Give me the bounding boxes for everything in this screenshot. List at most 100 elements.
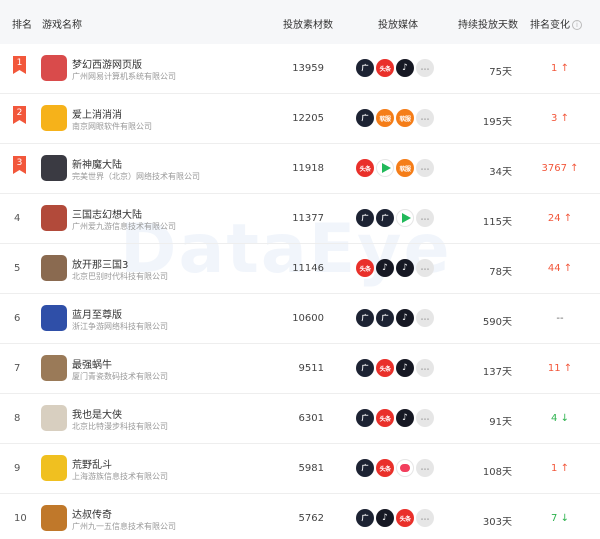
game-icon[interactable] <box>41 205 67 231</box>
media-douyin-icon[interactable]: ♪ <box>376 259 394 277</box>
media-toutiao-icon[interactable]: 头条 <box>376 409 394 427</box>
rank-number: 8 <box>14 413 21 424</box>
material-count: 5981 <box>298 463 324 474</box>
table-row[interactable]: 7 最强蜗牛 厦门青瓷数码技术有限公司 9511 广头条 ♪… 137天 11 ↑ <box>0 344 600 394</box>
media-list: 头条 软服… <box>356 159 434 179</box>
media-guangdiantong-icon[interactable]: 广 <box>376 309 394 327</box>
more-media-icon[interactable]: … <box>416 209 434 227</box>
media-douyin-icon[interactable]: ♪ <box>396 309 414 327</box>
header-media[interactable]: 投放媒体 <box>378 16 418 31</box>
media-ruankuang-icon[interactable]: 软服 <box>396 109 414 127</box>
media-guangdiantong-icon[interactable]: 广 <box>356 459 374 477</box>
media-douyin-icon[interactable]: ♪ <box>396 409 414 427</box>
table-row[interactable]: 9 荒野乱斗 上海游族信息技术有限公司 5981 广头条 … 108天 1 ↑ <box>0 444 600 494</box>
rank-change-arrow: ↑ <box>560 463 569 474</box>
table-row[interactable]: 4 三国志幻想大陆 广州爱九游信息技术有限公司 11377 广广 … 115天 2… <box>0 194 600 244</box>
media-message-icon[interactable] <box>396 459 414 477</box>
media-guangdiantong-icon[interactable]: 广 <box>356 209 374 227</box>
game-icon[interactable] <box>41 505 67 531</box>
game-icon[interactable] <box>41 405 67 431</box>
table-row[interactable]: 2 爱上消消消 南京网眼软件有限公司 12205 广软服 软服… 195天 3 ↑ <box>0 94 600 144</box>
rank-change-arrow: ↑ <box>563 363 573 374</box>
rank-change: 1 ↑ <box>540 463 580 474</box>
table-row[interactable]: 8 我也是大侠 北京比特漫步科技有限公司 6301 广头条 ♪… 91天 4 ↓ <box>0 394 600 444</box>
media-play-icon[interactable] <box>396 209 414 227</box>
more-media-icon[interactable]: … <box>416 509 434 527</box>
rank-change: 11 ↑ <box>540 363 580 374</box>
media-play-icon[interactable] <box>376 159 394 177</box>
info-icon[interactable]: i <box>572 20 582 30</box>
material-count: 11918 <box>292 163 324 174</box>
rank-change: 44 ↑ <box>540 263 580 274</box>
media-toutiao-icon[interactable]: 头条 <box>356 259 374 277</box>
material-count: 10600 <box>292 313 324 324</box>
media-guangdiantong-icon[interactable]: 广 <box>356 509 374 527</box>
more-media-icon[interactable]: … <box>416 309 434 327</box>
game-name[interactable]: 爱上消消消 <box>72 106 122 121</box>
media-toutiao-icon[interactable]: 头条 <box>356 159 374 177</box>
rank-number: 10 <box>14 513 27 524</box>
more-media-icon[interactable]: … <box>416 409 434 427</box>
table-row[interactable]: 1 梦幻西游网页版 广州网易计算机系统有限公司 13959 广头条 ♪… 75天 … <box>0 44 600 94</box>
game-icon[interactable] <box>41 355 67 381</box>
more-media-icon[interactable]: … <box>416 459 434 477</box>
header-days[interactable]: 持续投放天数 <box>458 16 518 31</box>
game-icon[interactable] <box>41 155 67 181</box>
media-douyin-icon[interactable]: ♪ <box>396 59 414 77</box>
header-change[interactable]: 排名变化 i <box>530 16 582 31</box>
game-name[interactable]: 梦幻西游网页版 <box>72 56 142 71</box>
rank-change: 3767 ↑ <box>540 163 580 174</box>
rank-number: 5 <box>14 263 21 274</box>
media-toutiao-icon[interactable]: 头条 <box>376 459 394 477</box>
media-douyin-icon[interactable]: ♪ <box>396 359 414 377</box>
media-list: 广头条 … <box>356 459 434 479</box>
game-icon[interactable] <box>41 455 67 481</box>
more-media-icon[interactable]: … <box>416 259 434 277</box>
media-guangdiantong-icon[interactable]: 广 <box>376 209 394 227</box>
media-ruankuang-icon[interactable]: 软服 <box>396 159 414 177</box>
more-media-icon[interactable]: … <box>416 109 434 127</box>
media-list: 广头条 ♪… <box>356 409 434 429</box>
table-row[interactable]: 3 新神魔大陆 完美世界（北京）网络技术有限公司 11918 头条 软服… 34天… <box>0 144 600 194</box>
game-name[interactable]: 三国志幻想大陆 <box>72 206 142 221</box>
header-rank[interactable]: 排名 <box>12 16 32 31</box>
media-guangdiantong-icon[interactable]: 广 <box>356 409 374 427</box>
game-icon[interactable] <box>41 255 67 281</box>
game-icon[interactable] <box>41 305 67 331</box>
media-guangdiantong-icon[interactable]: 广 <box>356 59 374 77</box>
media-guangdiantong-icon[interactable]: 广 <box>356 309 374 327</box>
media-douyin-icon[interactable]: ♪ <box>376 509 394 527</box>
media-ruankuang-icon[interactable]: 软服 <box>376 109 394 127</box>
media-list: 广广 ♪… <box>356 309 434 329</box>
rank-change-value: 44 <box>547 263 561 274</box>
material-count: 5762 <box>298 513 324 524</box>
game-name[interactable]: 最强蜗牛 <box>72 356 112 371</box>
rank-change-value: 1 <box>551 63 558 74</box>
header-count[interactable]: 投放素材数 <box>283 16 333 31</box>
media-guangdiantong-icon[interactable]: 广 <box>356 109 374 127</box>
game-name[interactable]: 达叔传奇 <box>72 506 112 521</box>
game-name[interactable]: 放开那三国3 <box>72 256 128 271</box>
table-row[interactable]: 6 蓝月至尊版 浙江争游网络科技有限公司 10600 广广 ♪… 590天 -- <box>0 294 600 344</box>
table-row[interactable]: 10 达叔传奇 广州九一五信息技术有限公司 5762 广 ♪ 头条… 303天 7 … <box>0 494 600 539</box>
game-icon[interactable] <box>41 105 67 131</box>
media-douyin-icon[interactable]: ♪ <box>396 259 414 277</box>
game-name[interactable]: 新神魔大陆 <box>72 156 122 171</box>
media-list: 广软服 软服… <box>356 109 434 129</box>
game-icon[interactable] <box>41 55 67 81</box>
media-toutiao-icon[interactable]: 头条 <box>376 359 394 377</box>
game-name[interactable]: 荒野乱斗 <box>72 456 112 471</box>
header-name[interactable]: 游戏名称 <box>42 16 82 31</box>
game-name[interactable]: 蓝月至尊版 <box>72 306 122 321</box>
rank-change: 3 ↑ <box>540 113 580 124</box>
more-media-icon[interactable]: … <box>416 159 434 177</box>
rank-badge: 1 <box>13 56 26 74</box>
more-media-icon[interactable]: … <box>416 59 434 77</box>
media-toutiao-icon[interactable]: 头条 <box>376 59 394 77</box>
table-row[interactable]: 5 放开那三国3 北京巴别时代科技有限公司 11146 头条 ♪ ♪… 78天 44… <box>0 244 600 294</box>
media-guangdiantong-icon[interactable]: 广 <box>356 359 374 377</box>
rank-number: 6 <box>14 313 21 324</box>
media-toutiao-icon[interactable]: 头条 <box>396 509 414 527</box>
game-name[interactable]: 我也是大侠 <box>72 406 122 421</box>
more-media-icon[interactable]: … <box>416 359 434 377</box>
